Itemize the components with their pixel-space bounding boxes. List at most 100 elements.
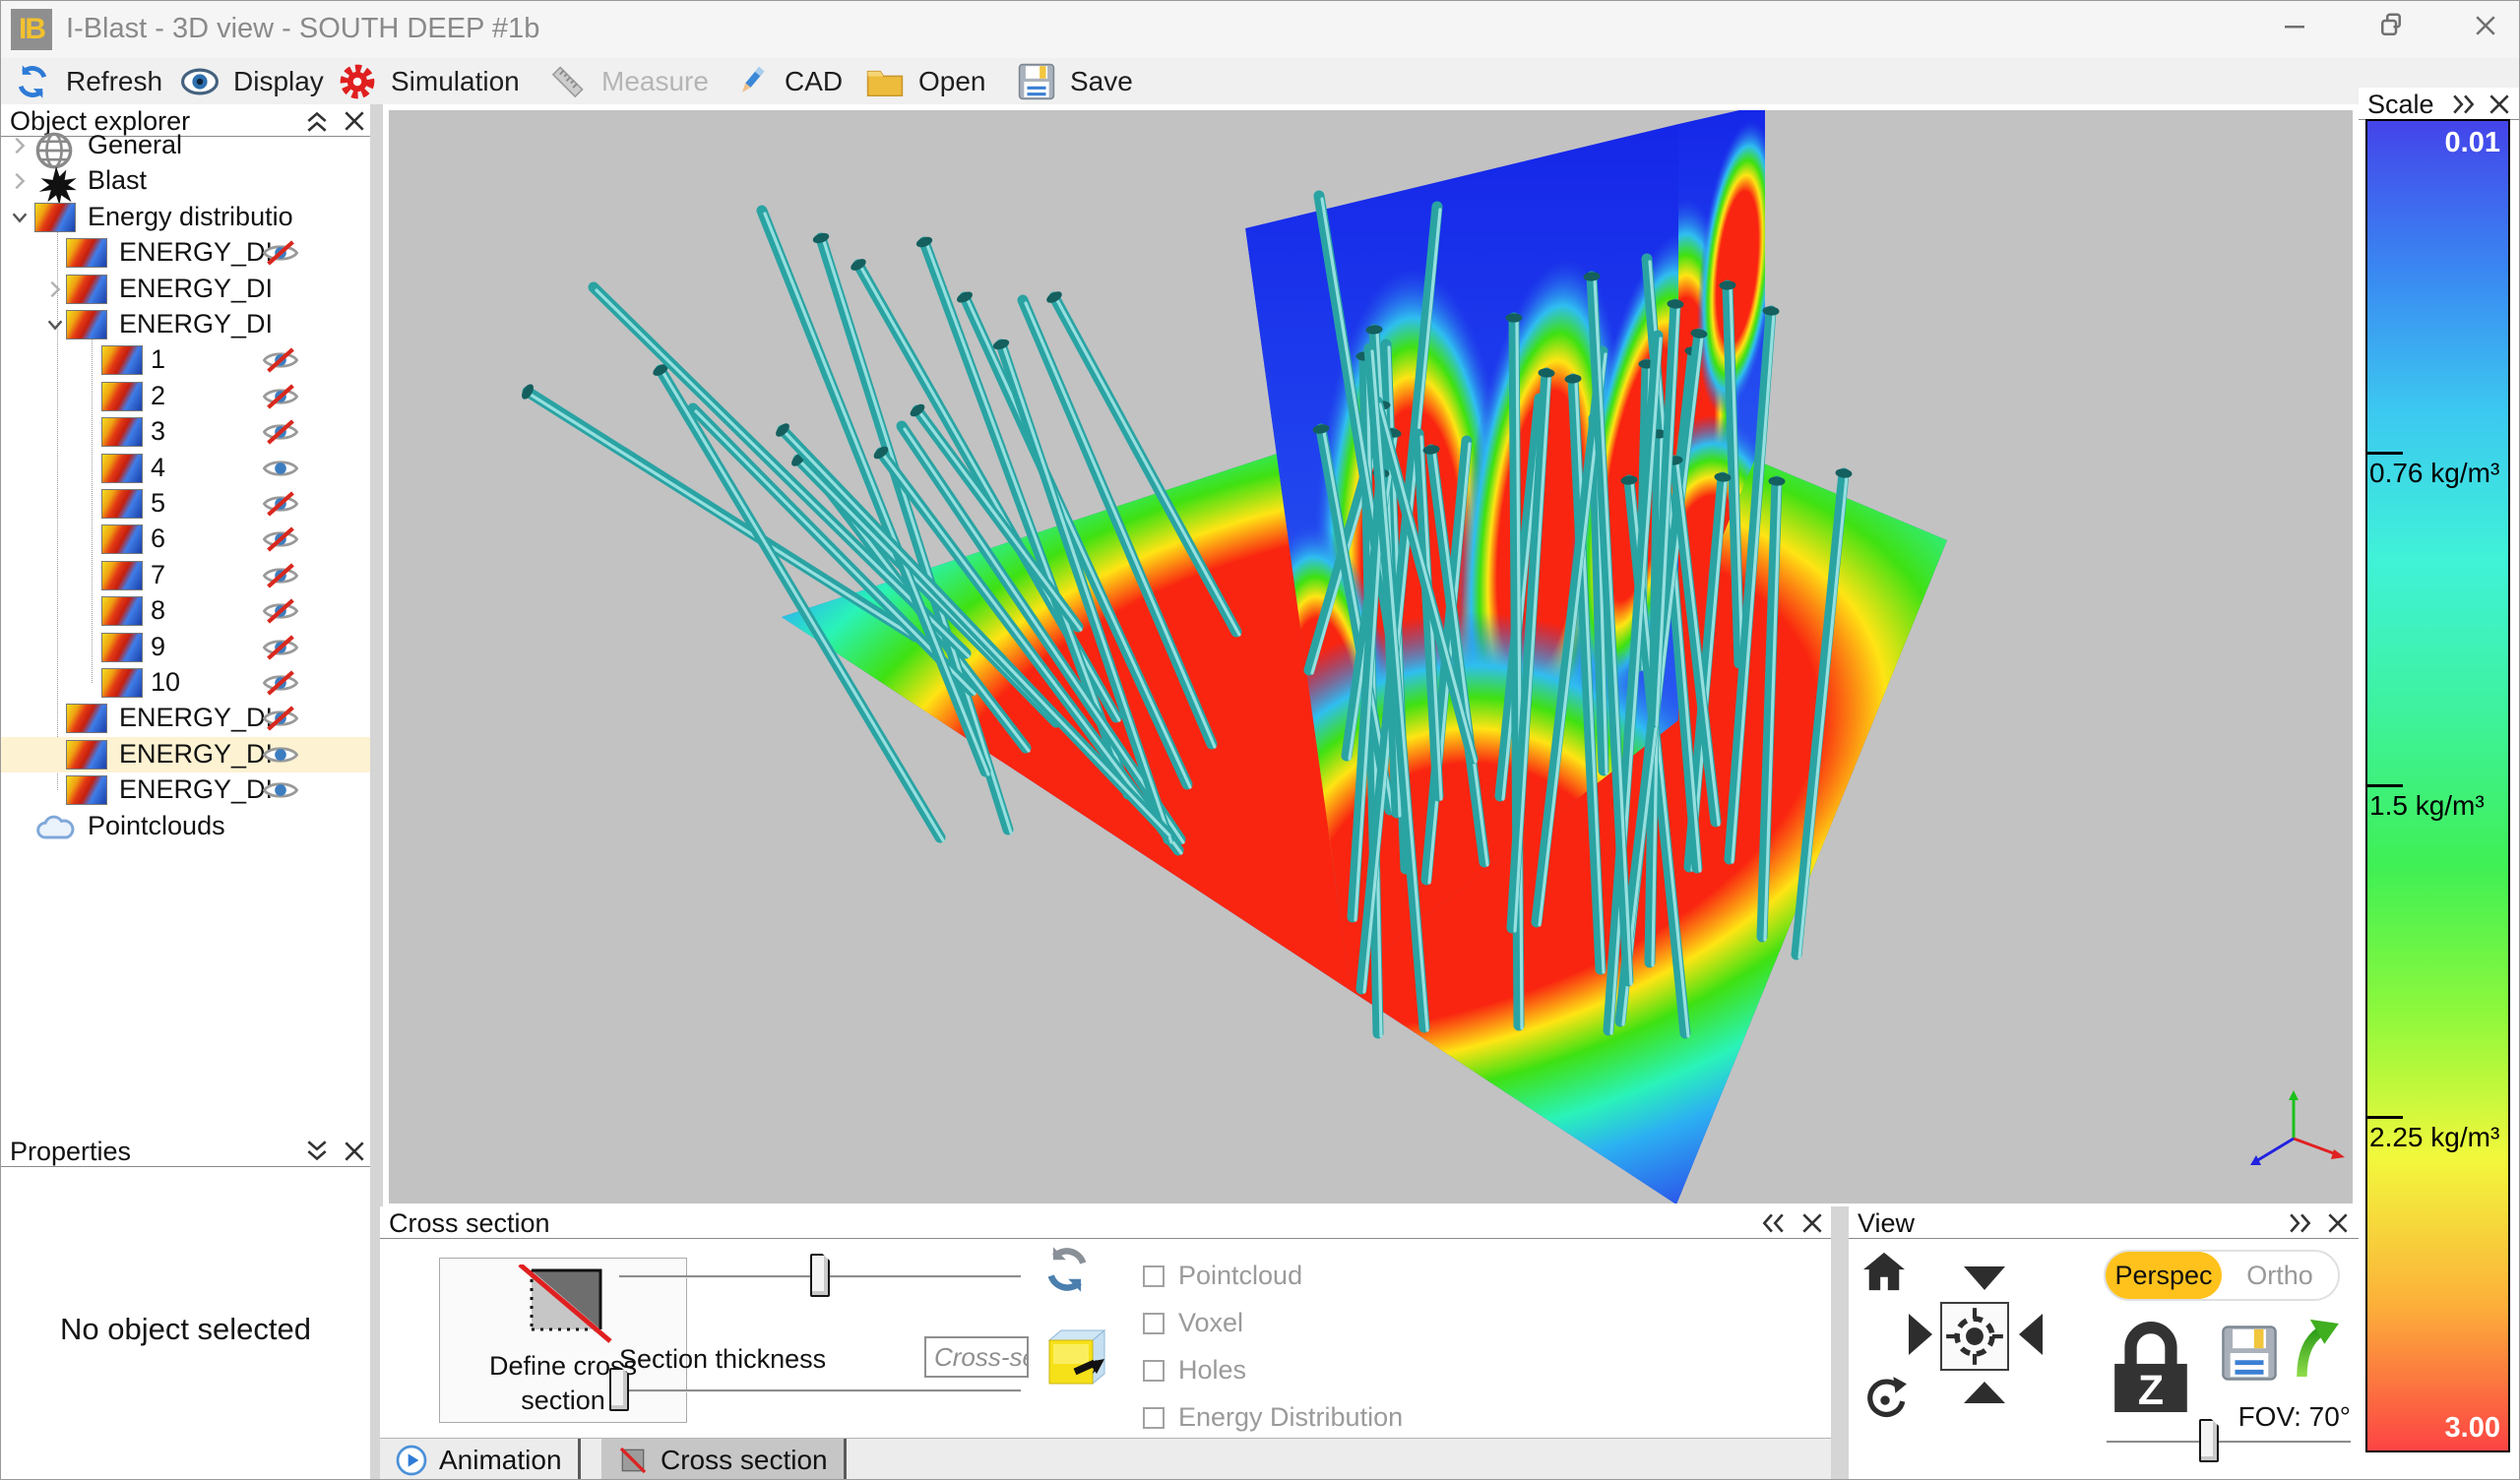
tab-cross-section[interactable]: Cross section — [601, 1439, 847, 1480]
tree-row-8-13[interactable]: 8 — [1, 593, 370, 629]
chevron-right-icon[interactable] — [9, 170, 31, 192]
minimize-button[interactable] — [2265, 11, 2324, 48]
close-button[interactable] — [2456, 11, 2515, 48]
visibility-off-icon[interactable] — [263, 670, 298, 696]
tree-row-7-12[interactable]: 7 — [1, 558, 370, 593]
tree-row-2-7[interactable]: 2 — [1, 379, 370, 414]
tree-row-energy-distributio-2[interactable]: Energy distributio — [1, 200, 370, 235]
visibility-on-icon[interactable] — [263, 742, 298, 768]
refresh-toolbar-button[interactable]: Refresh — [13, 60, 162, 103]
center-view-button[interactable] — [1940, 1302, 2009, 1371]
tree-row-energy-di-3[interactable]: ENERGY_DI — [1, 235, 370, 271]
visibility-on-icon[interactable] — [263, 777, 298, 803]
close-panel-icon[interactable] — [1797, 1210, 1827, 1236]
tree-row-energy-di-4[interactable]: ENERGY_DI — [1, 272, 370, 307]
tree-row-energy-di-18[interactable]: ENERGY_DI — [1, 772, 370, 808]
tree-row-3-8[interactable]: 3 — [1, 414, 370, 450]
chevron-down-icon[interactable] — [9, 207, 31, 228]
tree-row-pointclouds-19[interactable]: Pointclouds — [1, 809, 370, 844]
section-thickness-slider-thumb[interactable] — [609, 1368, 629, 1411]
tree-row-6-11[interactable]: 6 — [1, 522, 370, 557]
visibility-off-icon[interactable] — [263, 347, 298, 373]
z-lock-icon[interactable]: Z — [2107, 1317, 2195, 1422]
cross-section-name-input[interactable] — [924, 1336, 1029, 1378]
visibility-off-icon[interactable] — [263, 598, 298, 624]
energy-distribution-checkbox[interactable] — [1143, 1407, 1165, 1429]
pan-down-icon[interactable] — [1962, 1264, 2007, 1297]
properties-panel: Properties No object selected — [1, 1135, 370, 1480]
measure-toolbar-button[interactable]: Measure — [548, 60, 709, 103]
voxel-cube-icon[interactable] — [1032, 1323, 1106, 1396]
scale-tick-label: 0.76 kg/m³ — [2369, 458, 2499, 489]
section-thickness-label: Section thickness — [619, 1344, 826, 1375]
close-panel-icon[interactable] — [340, 1139, 369, 1164]
tree-row-blast-1[interactable]: Blast — [1, 163, 370, 199]
tab-label: Cross section — [661, 1445, 828, 1476]
chevron-right-icon[interactable] — [9, 135, 31, 156]
projection-option-ortho[interactable]: Ortho — [2222, 1252, 2338, 1299]
rotate-view-icon[interactable] — [1859, 1375, 1909, 1429]
visibility-off-icon[interactable] — [263, 526, 298, 552]
tree-row-4-9[interactable]: 4 — [1, 451, 370, 486]
cad-toolbar-button[interactable]: CAD — [731, 60, 843, 103]
refresh-cross-section-icon[interactable] — [1041, 1244, 1093, 1300]
close-panel-icon[interactable] — [2323, 1210, 2353, 1236]
scale-tick — [2367, 452, 2403, 455]
collapse-panel-icon[interactable] — [1758, 1210, 1788, 1236]
panel-divider — [1831, 1206, 1849, 1480]
tab-animation[interactable]: Animation — [380, 1439, 581, 1480]
define-cross-section-button[interactable]: Define cross section — [439, 1258, 687, 1423]
save-toolbar-button[interactable]: Save — [1017, 60, 1133, 103]
tree-row-energy-di-16[interactable]: ENERGY_DI — [1, 701, 370, 736]
save-view-icon[interactable] — [2221, 1325, 2278, 1387]
3d-view-canvas[interactable] — [389, 110, 2353, 1203]
toolbar-label: Refresh — [66, 66, 162, 97]
tree-row-energy-di-5[interactable]: ENERGY_DI — [1, 307, 370, 342]
expand-panel-icon[interactable] — [2449, 92, 2479, 117]
pan-left-icon[interactable] — [2017, 1312, 2045, 1362]
home-view-icon[interactable] — [1861, 1251, 1907, 1297]
visibility-off-icon[interactable] — [263, 635, 298, 660]
visibility-off-icon[interactable] — [263, 491, 298, 517]
chevron-down-icon[interactable] — [44, 314, 66, 336]
expand-panel-icon[interactable] — [302, 1139, 332, 1164]
tree-row-1-6[interactable]: 1 — [1, 342, 370, 378]
expand-panel-icon[interactable] — [2286, 1210, 2315, 1236]
visibility-off-icon[interactable] — [263, 384, 298, 409]
pointcloud-checkbox[interactable] — [1143, 1265, 1165, 1287]
properties-header: Properties — [1, 1135, 370, 1167]
cross-section-icon — [617, 1445, 649, 1476]
fov-slider-track[interactable] — [2107, 1441, 2351, 1444]
scale-title: Scale — [2367, 90, 2434, 120]
checkbox-label: Pointcloud — [1178, 1261, 1302, 1291]
visibility-off-icon[interactable] — [263, 563, 298, 588]
tree-row-9-14[interactable]: 9 — [1, 630, 370, 665]
simulation-toolbar-button[interactable]: Simulation — [338, 60, 520, 103]
up-arrow-icon[interactable] — [2290, 1317, 2343, 1387]
open-toolbar-button[interactable]: Open — [865, 60, 986, 103]
projection-option-perspec[interactable]: Perspec — [2106, 1252, 2222, 1299]
section-thickness-slider-track[interactable] — [619, 1389, 1021, 1392]
tree-row-energy-di-17[interactable]: ENERGY_DI — [1, 737, 370, 772]
visibility-off-icon[interactable] — [263, 706, 298, 731]
close-panel-icon[interactable] — [2485, 92, 2514, 117]
pan-up-icon[interactable] — [1962, 1380, 2007, 1410]
visibility-off-icon[interactable] — [263, 419, 298, 445]
tree-row-10-15[interactable]: 10 — [1, 665, 370, 701]
heatmap-icon — [101, 382, 143, 411]
tree-row-5-10[interactable]: 5 — [1, 486, 370, 522]
restore-button[interactable] — [2362, 11, 2421, 48]
voxel-checkbox[interactable] — [1143, 1313, 1165, 1334]
define-cross-section-icon — [512, 1264, 614, 1348]
visibility-on-icon[interactable] — [263, 456, 298, 481]
visibility-off-icon[interactable] — [263, 240, 298, 266]
chevron-right-icon[interactable] — [44, 278, 66, 300]
tree-row-general-0[interactable]: General — [1, 128, 370, 163]
toolbar-label: Display — [233, 66, 324, 97]
heatmap-icon — [101, 596, 143, 626]
display-toolbar-button[interactable]: Display — [180, 60, 324, 103]
pan-right-icon[interactable] — [1907, 1312, 1934, 1362]
fov-slider-thumb[interactable] — [2199, 1419, 2219, 1462]
holes-checkbox[interactable] — [1143, 1360, 1165, 1382]
section-position-slider-thumb[interactable] — [810, 1254, 830, 1297]
